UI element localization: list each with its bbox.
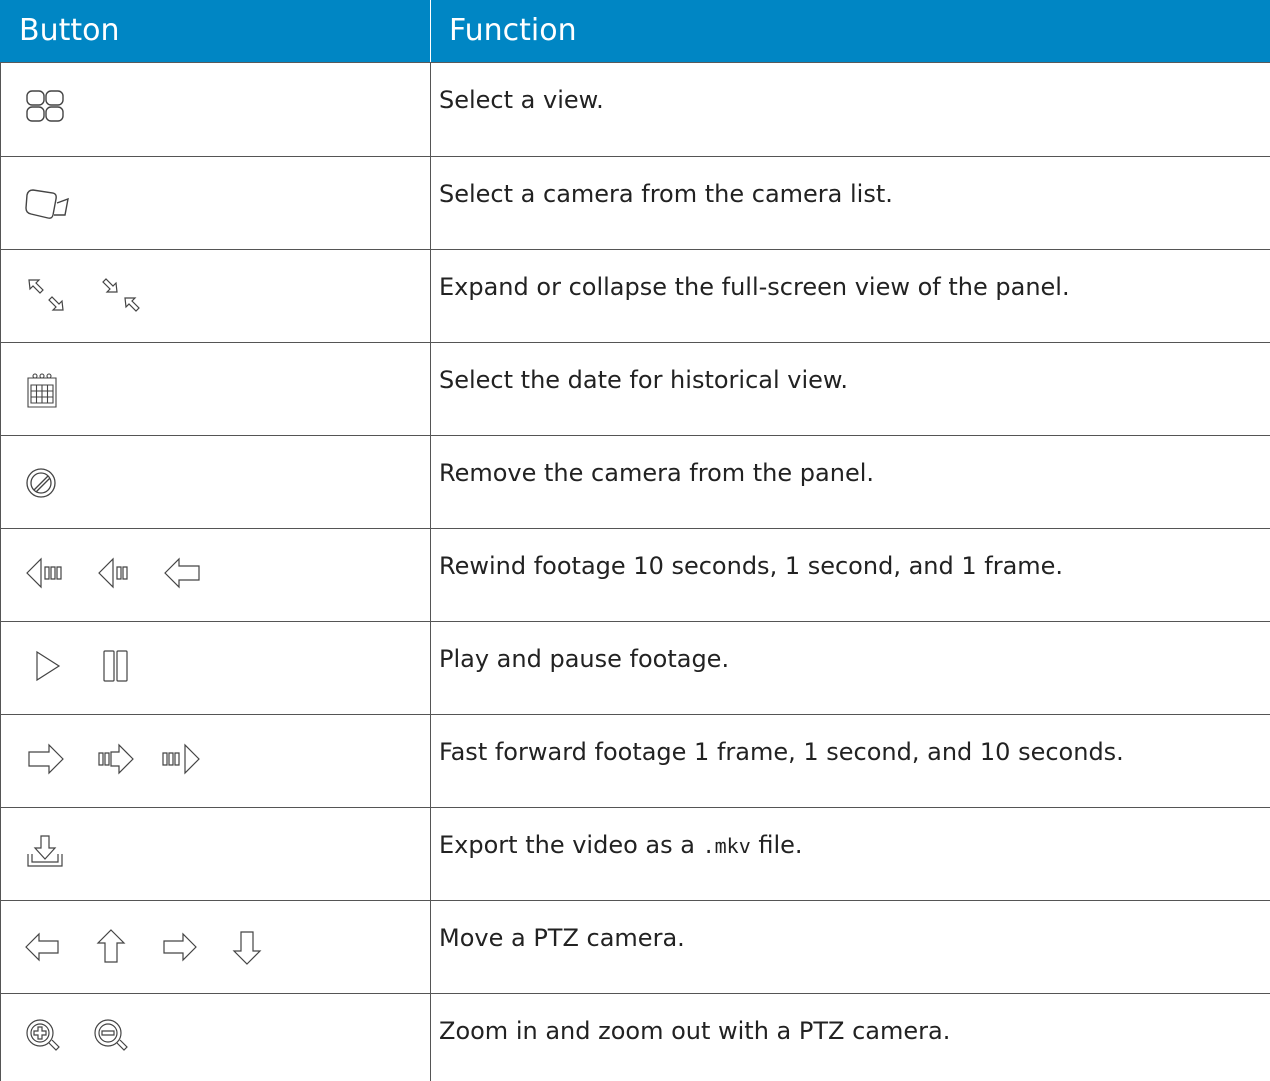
function-cell: Move a PTZ camera. <box>430 899 1270 994</box>
function-cell: Expand or collapse the full-screen view … <box>430 248 1270 343</box>
forward-1-second-icon[interactable] <box>93 739 137 779</box>
zoom-in-icon[interactable] <box>23 1016 63 1056</box>
button-cell <box>0 155 431 250</box>
function-cell: Play and pause footage. <box>430 620 1270 715</box>
column-header-button: Button <box>0 0 431 63</box>
button-cell <box>0 713 431 808</box>
table-row: Select the date for historical view. <box>0 341 1270 436</box>
table-row: Select a camera from the camera list. <box>0 155 1270 250</box>
export-text-after: file. <box>750 830 803 859</box>
function-cell: Rewind footage 10 seconds, 1 second, and… <box>430 527 1270 622</box>
export-text-before: Export the video as a <box>439 830 703 859</box>
expand-fullscreen-icon[interactable] <box>23 276 69 316</box>
button-function-table: Button Function Select a view. Select a … <box>0 0 1270 1081</box>
forward-1-frame-icon[interactable] <box>23 739 67 779</box>
button-cell <box>0 61 431 157</box>
function-cell: Select a camera from the camera list. <box>430 155 1270 250</box>
button-cell <box>0 992 431 1081</box>
calendar-icon[interactable] <box>23 371 63 411</box>
rewind-1-second-icon[interactable] <box>95 553 139 593</box>
ptz-right-arrow-icon[interactable] <box>159 927 199 967</box>
button-cell <box>0 620 431 715</box>
export-download-icon[interactable] <box>23 832 67 872</box>
table-header-row: Button Function <box>0 0 1270 63</box>
ptz-down-arrow-icon[interactable] <box>227 927 267 967</box>
camera-icon[interactable] <box>23 181 73 225</box>
ptz-up-arrow-icon[interactable] <box>91 927 131 967</box>
button-cell <box>0 341 431 436</box>
button-cell <box>0 248 431 343</box>
table-row: Play and pause footage. <box>0 620 1270 715</box>
pause-icon[interactable] <box>95 646 135 686</box>
button-cell <box>0 434 431 529</box>
function-cell: Fast forward footage 1 frame, 1 second, … <box>430 713 1270 808</box>
button-cell <box>0 899 431 994</box>
file-extension-code: .mkv <box>702 833 751 858</box>
remove-camera-icon[interactable] <box>23 463 63 503</box>
zoom-out-icon[interactable] <box>91 1016 131 1056</box>
column-header-function: Function <box>430 0 1270 63</box>
table-row: Fast forward footage 1 frame, 1 second, … <box>0 713 1270 808</box>
rewind-10-seconds-icon[interactable] <box>23 553 67 593</box>
play-icon[interactable] <box>23 646 67 686</box>
function-cell: Remove the camera from the panel. <box>430 434 1270 529</box>
rewind-1-frame-icon[interactable] <box>161 553 205 593</box>
button-cell <box>0 527 431 622</box>
table-row: Select a view. <box>0 61 1270 157</box>
function-cell: Select a view. <box>430 61 1270 157</box>
function-cell: Select the date for historical view. <box>430 341 1270 436</box>
function-cell: Export the video as a .mkv file. <box>430 806 1270 901</box>
table-row: Zoom in and zoom out with a PTZ camera. <box>0 992 1270 1081</box>
function-cell: Zoom in and zoom out with a PTZ camera. <box>430 992 1270 1081</box>
button-cell <box>0 806 431 901</box>
views-grid-icon[interactable] <box>23 87 67 127</box>
table-row: Rewind footage 10 seconds, 1 second, and… <box>0 527 1270 622</box>
table-row: Move a PTZ camera. <box>0 899 1270 994</box>
forward-10-seconds-icon[interactable] <box>159 739 203 779</box>
ptz-left-arrow-icon[interactable] <box>23 927 63 967</box>
table-row: Export the video as a .mkv file. <box>0 806 1270 901</box>
collapse-fullscreen-icon[interactable] <box>99 276 145 316</box>
table-row: Expand or collapse the full-screen view … <box>0 248 1270 343</box>
table-row: Remove the camera from the panel. <box>0 434 1270 529</box>
